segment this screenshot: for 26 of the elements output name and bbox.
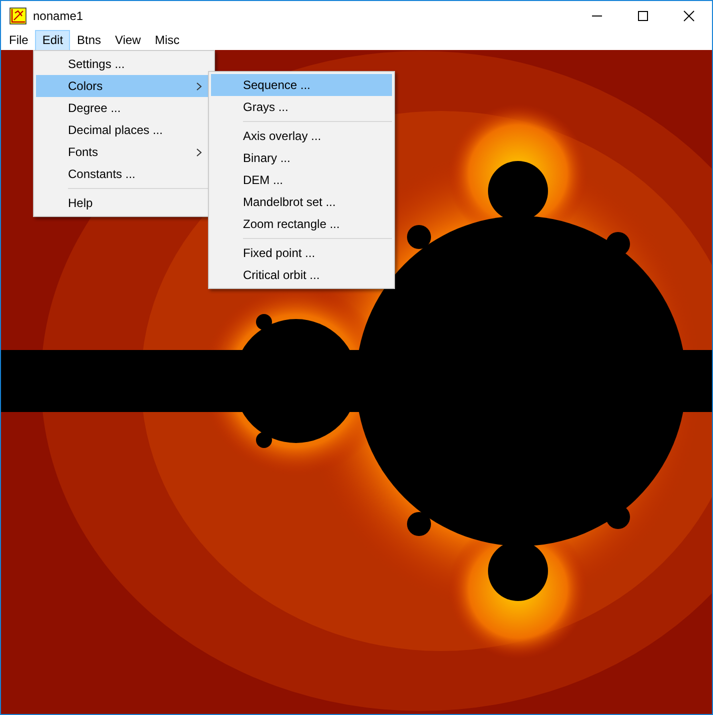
menu-bar-item[interactable]: Misc xyxy=(148,30,187,50)
menu-bar-item[interactable]: Edit xyxy=(35,30,70,50)
maximize-icon xyxy=(637,10,649,22)
chevron-right-icon xyxy=(196,148,202,156)
menu-item[interactable]: Constants ... xyxy=(36,163,212,185)
menu-bar-item[interactable]: Btns xyxy=(70,30,108,50)
menu-item[interactable]: Grays ... xyxy=(211,96,392,118)
menu-bar-item[interactable]: File xyxy=(2,30,36,50)
chevron-right-icon xyxy=(196,82,202,90)
menu-item[interactable]: Critical orbit ... xyxy=(211,264,392,286)
menu-item[interactable]: Mandelbrot set ... xyxy=(211,191,392,213)
window-title: noname1 xyxy=(33,8,84,22)
menu-item[interactable]: Sequence ... xyxy=(211,74,392,96)
app-icon xyxy=(9,6,27,24)
menu-bar-item[interactable]: View xyxy=(108,30,148,50)
menu-item[interactable]: Zoom rectangle ... xyxy=(211,213,392,235)
menu-item[interactable]: Fixed point ... xyxy=(211,242,392,264)
menu-item[interactable]: Degree ... xyxy=(36,97,212,119)
menu-item[interactable]: DEM ... xyxy=(211,169,392,191)
menu-item[interactable]: Axis overlay ... xyxy=(211,125,392,147)
menu-item[interactable]: Fonts xyxy=(36,141,212,163)
menu-item[interactable]: Decimal places ... xyxy=(36,119,212,141)
menu-item[interactable]: Binary ... xyxy=(211,147,392,169)
close-icon xyxy=(683,10,695,22)
menu-item[interactable]: Settings ... xyxy=(36,53,212,75)
menu-item[interactable]: Help xyxy=(36,192,212,214)
